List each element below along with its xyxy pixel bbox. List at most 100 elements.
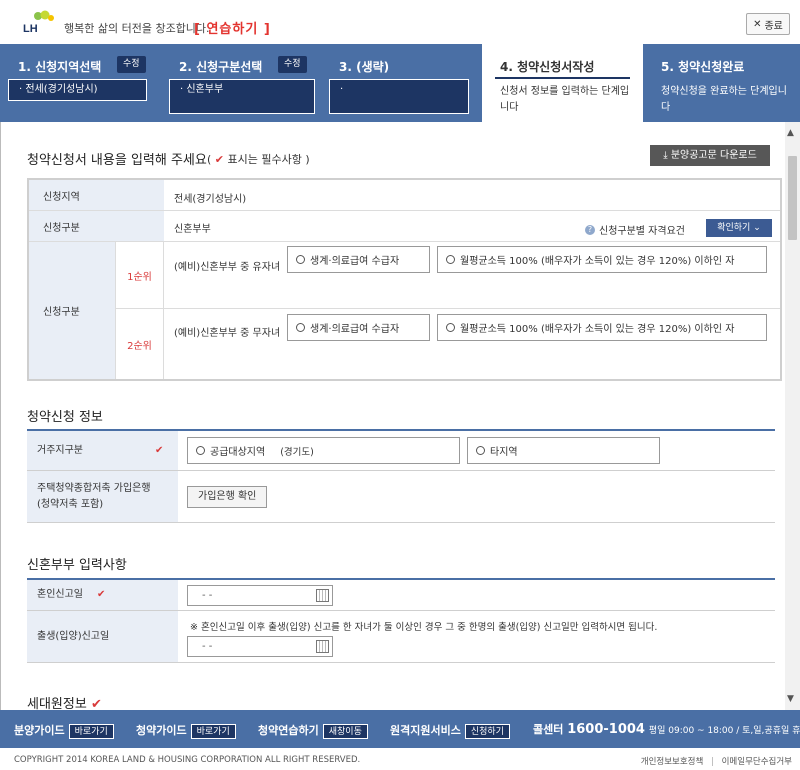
summary-panel: 신청지역 전세(경기성남시) 신청구분 신혼부부 ? 신청구분별 자격요건 확인…: [27, 178, 782, 381]
tagline: 행복한 삶의 터전을 창조합니다.: [64, 22, 210, 35]
region-label: 신청지역: [29, 180, 164, 210]
calendar-icon[interactable]: [316, 589, 329, 602]
download-notice-button[interactable]: ⤓ 분양공고문 다운로드: [650, 145, 770, 166]
rank-2-welfare-option[interactable]: 생계·의료급여 수급자: [287, 314, 430, 341]
question-icon: ?: [585, 224, 595, 235]
lh-logo: LH: [23, 10, 54, 34]
marriage-label: 혼인신고일 ✔: [27, 580, 178, 610]
rank-2-desc: (예비)신혼부부 중 무자녀: [174, 328, 281, 339]
calendar-icon[interactable]: [316, 640, 329, 653]
apply-practice: 청약연습하기 새창이동: [258, 722, 368, 739]
privacy-link[interactable]: 개인정보보호정책: [641, 757, 704, 767]
active-step-pointer: [555, 121, 573, 131]
marriage-row: 혼인신고일 ✔ - -: [27, 580, 775, 611]
type-label: 신청구분: [29, 211, 164, 241]
region-value: 전세(경기성남시): [174, 194, 247, 205]
radio-icon: [196, 446, 205, 455]
apply-practice-button[interactable]: 새창이동: [322, 724, 368, 739]
bank-label: 주택청약종합저축 가입은행 (청약저축 포함): [27, 471, 178, 522]
residence-label: 거주지구분 ✔: [27, 431, 178, 470]
step-2-edit-button[interactable]: 수정: [278, 56, 307, 73]
step-1: 1. 신청지역선택 수정 · 전세(경기성남시): [0, 44, 161, 122]
step-2: 2. 신청구분선택 수정 · 신혼부부: [161, 44, 321, 122]
qualification-info: ? 신청구분별 자격요건: [585, 222, 685, 237]
newlywed-table: 혼인신고일 ✔ - - 출생(입양)신고일 ※ 혼인신고일 이후 출생(입양) 신…: [27, 578, 775, 670]
confirm-qualification-button[interactable]: 확인하기 ⌄: [706, 219, 772, 237]
required-check-icon: ✔: [90, 697, 102, 710]
scroll-thumb[interactable]: [788, 156, 797, 240]
email-policy-link[interactable]: 이메일무단수집거부: [722, 757, 792, 767]
sale-guide: 분양가이드 바로가기: [14, 722, 114, 739]
close-button[interactable]: ✕ 종료: [746, 13, 790, 35]
birth-note: ※ 혼인신고일 이후 출생(입양) 신고를 한 자녀가 둘 이상인 경우 그 중…: [190, 622, 658, 633]
step-3-value: ·: [329, 79, 469, 114]
sub-type-label: 신청구분: [29, 242, 115, 379]
type-value: 신혼부부: [174, 224, 211, 235]
apply-guide-button[interactable]: 바로가기: [190, 724, 236, 739]
qualification-label: 신청구분별 자격요건: [599, 226, 685, 237]
check-icon: ✔: [214, 153, 225, 166]
apply-info-table: 거주지구분 ✔ 공급대상지역 (경기도) 타지역 주택청약종합저축 가입은행 (청…: [27, 429, 775, 523]
marriage-date-input[interactable]: - -: [187, 585, 333, 606]
required-note: ( ✔ 표시는 필수사항 ): [207, 153, 310, 166]
step-4-underline: [495, 77, 630, 79]
footer-links: 개인정보보호정책 | 이메일무단수집거부: [640, 757, 792, 767]
scroll-up-icon[interactable]: ▲: [787, 128, 794, 138]
radio-icon: [296, 255, 305, 264]
birth-date-input[interactable]: - -: [187, 636, 333, 657]
chevron-down-icon: ⌄: [753, 223, 761, 233]
supply-region-option[interactable]: 공급대상지역 (경기도): [187, 437, 460, 464]
newlywed-heading: 신혼부부 입력사항: [27, 558, 127, 573]
household-heading: 세대원정보 ✔: [27, 697, 102, 710]
practice-label: [ 연습하기 ]: [194, 22, 271, 37]
step-1-edit-button[interactable]: 수정: [117, 56, 146, 73]
rank-1-income-option[interactable]: 월평균소득 100% (배우자가 소득이 있는 경우 120%) 이하인 자: [437, 246, 767, 273]
call-center-hours: 평일 09:00 ~ 18:00 / 토,일,공휴일 휴무: [648, 726, 800, 736]
main-content: 청약신청서 내용을 입력해 주세요 ( ✔ 표시는 필수사항 ) ⤓ 분양공고문…: [0, 122, 785, 710]
summary-row-ranks: 신청구분 1순위 2순위 (예비)신혼부부 중 유자녀 생계·의료급여 수급자 …: [29, 242, 780, 379]
copyright: COPYRIGHT 2014 KOREA LAND & HOUSING CORP…: [14, 755, 361, 765]
close-icon: ✕: [753, 18, 762, 30]
step-2-title: 2. 신청구분선택: [179, 60, 263, 74]
bank-row: 주택청약종합저축 가입은행 (청약저축 포함) 가입은행 확인: [27, 471, 775, 523]
rank-2-income-option[interactable]: 월평균소득 100% (배우자가 소득이 있는 경우 120%) 이하인 자: [437, 314, 767, 341]
step-1-value: · 전세(경기성남시): [8, 79, 147, 101]
rank-2-label: 2순위: [115, 308, 164, 379]
scrollbar[interactable]: ▲ ▼: [785, 122, 800, 710]
step-5-desc: 청약신청을 완료하는 단계입니다: [661, 86, 787, 113]
radio-icon: [446, 255, 455, 264]
step-2-value: · 신혼부부: [169, 79, 315, 114]
download-label: 분양공고문 다운로드: [670, 150, 757, 161]
step-5: 5. 청약신청완료 청약신청을 완료하는 단계입니다: [643, 44, 800, 122]
remote-support-button[interactable]: 신청하기: [464, 724, 510, 739]
step-1-title: 1. 신청지역선택: [18, 60, 102, 74]
step-4-active: 4. 청약신청서작성 신청서 정보를 입력하는 단계입니다: [482, 44, 643, 122]
scroll-down-icon[interactable]: ▼: [787, 694, 794, 704]
rank-1-label: 1순위: [115, 242, 164, 308]
step-5-title: 5. 청약신청완료: [661, 60, 745, 74]
rank-1-welfare-option[interactable]: 생계·의료급여 수급자: [287, 246, 430, 273]
download-icon: ⤓: [663, 150, 668, 161]
radio-icon: [296, 323, 305, 332]
other-region-option[interactable]: 타지역: [467, 437, 660, 464]
call-center-phone: 1600-1004: [567, 722, 645, 737]
page: LH 행복한 삶의 터전을 창조합니다. [ 연습하기 ] ✕ 종료 1. 신청…: [0, 0, 800, 770]
residence-row: 거주지구분 ✔ 공급대상지역 (경기도) 타지역: [27, 431, 775, 471]
close-label: 종료: [764, 20, 783, 32]
logo-text: LH: [23, 23, 38, 34]
apply-info-heading: 청약신청 정보: [27, 410, 103, 425]
top-bar: LH 행복한 삶의 터전을 창조합니다. [ 연습하기 ] ✕ 종료: [0, 0, 800, 44]
step-4-desc: 신청서 정보를 입력하는 단계입니다: [500, 86, 630, 113]
sale-guide-button[interactable]: 바로가기: [68, 724, 114, 739]
birth-row: 출생(입양)신고일 ※ 혼인신고일 이후 출생(입양) 신고를 한 자녀가 둘 …: [27, 611, 775, 663]
footer: COPYRIGHT 2014 KOREA LAND & HOUSING CORP…: [0, 748, 800, 770]
summary-row-region: 신청지역 전세(경기성남시): [29, 180, 780, 211]
call-center: 콜센터 1600-1004 평일 09:00 ~ 18:00 / 토,일,공휴일…: [533, 721, 800, 737]
required-check-icon: ✔: [155, 444, 164, 456]
required-check-icon: ✔: [97, 589, 106, 600]
step-bar: 1. 신청지역선택 수정 · 전세(경기성남시) 2. 신청구분선택 수정 · …: [0, 44, 800, 122]
step-3: 3. (생략) ·: [321, 44, 481, 122]
step-3-title: 3. (생략): [339, 60, 390, 74]
bank-check-button[interactable]: 가입은행 확인: [187, 486, 268, 508]
bottom-bar: 분양가이드 바로가기 청약가이드 바로가기 청약연습하기 새창이동 원격지원서비스 신청…: [0, 710, 800, 748]
